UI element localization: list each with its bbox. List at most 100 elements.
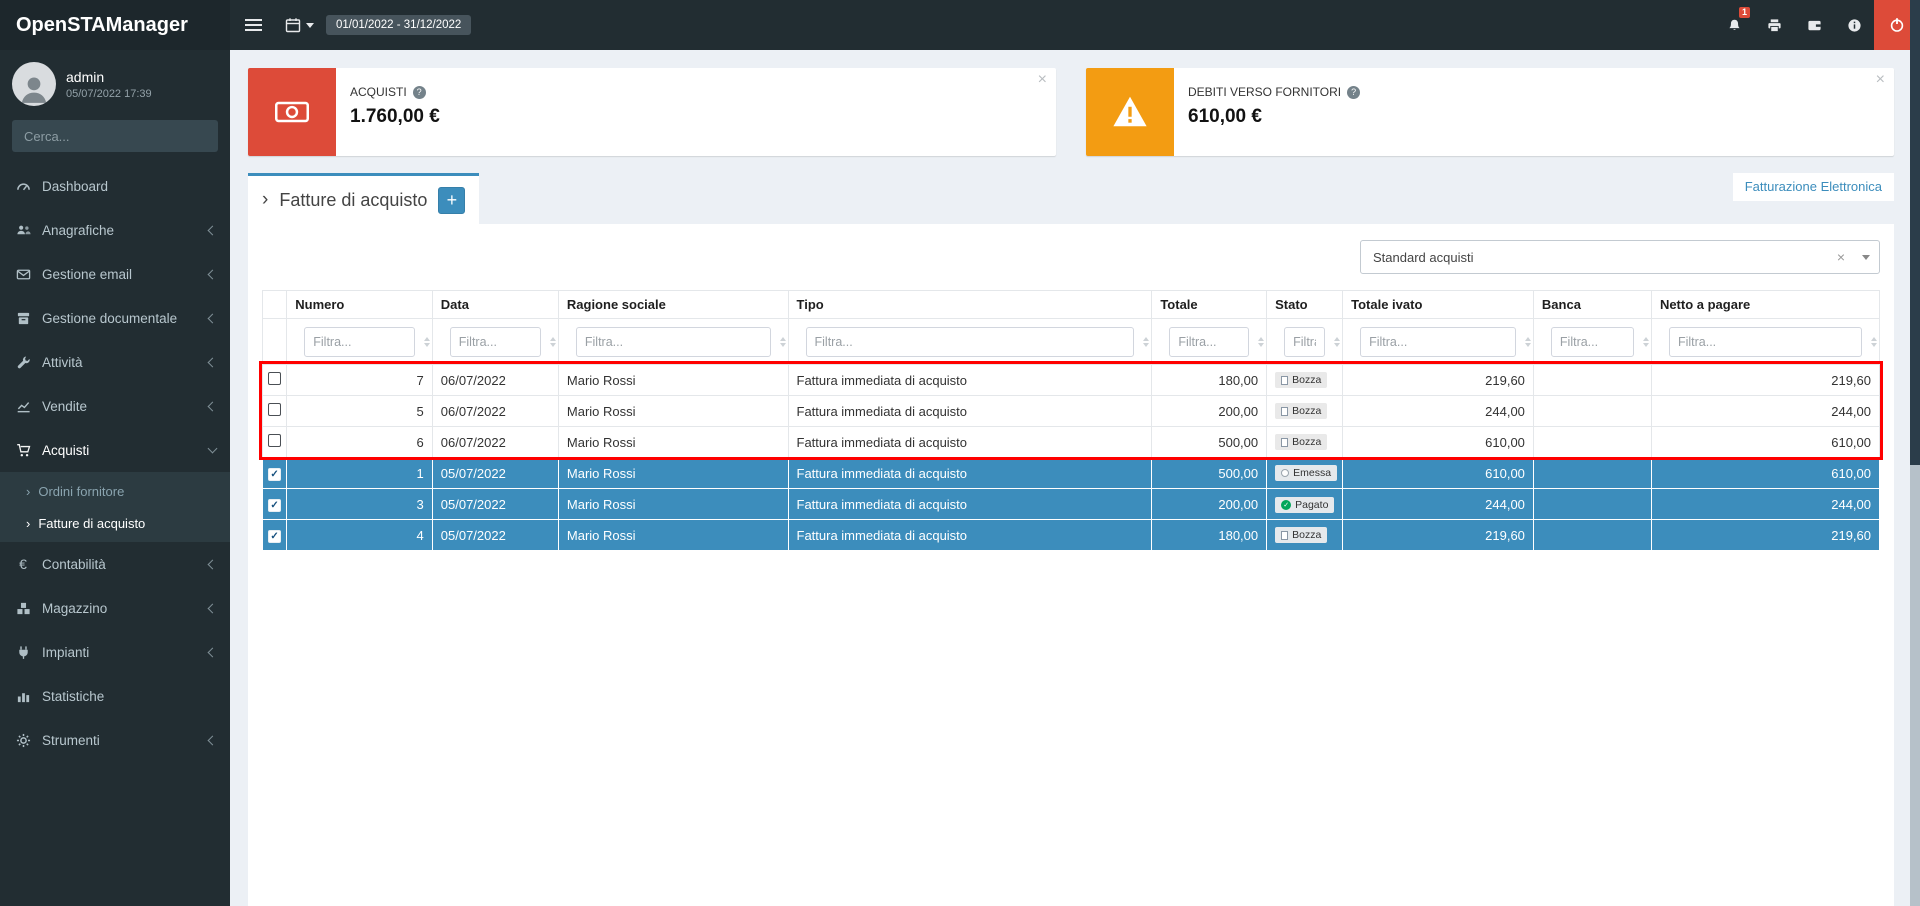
sort-icon[interactable] [1525,337,1531,347]
column-header[interactable]: Numero [287,291,433,319]
column-header[interactable]: Ragione sociale [558,291,788,319]
cell-banca [1533,365,1651,396]
infobox-label: DEBITI VERSO FORNITORI [1188,85,1341,99]
cell-totale-ivato: 610,00 [1343,427,1534,458]
search-button[interactable] [212,120,218,152]
add-invoice-button[interactable]: + [438,187,465,214]
fatturazione-elettronica-link[interactable]: Fatturazione Elettronica [1745,179,1882,194]
avatar[interactable] [12,62,56,106]
status-badge: Bozza [1275,434,1327,451]
table-row-selected[interactable]: ✓ 1 05/07/2022 Mario Rossi Fattura immed… [263,458,1880,489]
view-select[interactable]: Standard acquisti × [1360,240,1880,274]
tab-fatture-di-acquisto[interactable]: › Fatture di acquisto + [248,173,479,224]
filter-totale-ivato-input[interactable] [1360,327,1516,357]
column-header[interactable]: Netto a pagare [1651,291,1879,319]
user-panel: admin 05/07/2022 17:39 [0,50,230,114]
notifications-button[interactable]: 1 [1714,0,1754,50]
filter-numero-input[interactable] [304,327,415,357]
documents-icon [14,311,32,326]
period-picker-button[interactable] [276,0,322,50]
help-icon[interactable]: ? [413,86,426,99]
print-button[interactable] [1754,0,1794,50]
row-checkbox[interactable] [268,403,281,416]
table-row-selected[interactable]: ✓ 3 05/07/2022 Mario Rossi Fattura immed… [263,489,1880,520]
sort-icon[interactable] [780,337,786,347]
line-chart-icon [14,399,32,414]
sidebar-item-attivita[interactable]: Attività [0,340,230,384]
sort-icon[interactable] [1334,337,1340,347]
filter-data-input[interactable] [450,327,541,357]
sidebar-item-strumenti[interactable]: Strumenti [0,718,230,762]
column-header[interactable]: Stato [1267,291,1343,319]
sidebar-item-vendite[interactable]: Vendite [0,384,230,428]
scrollbar-thumb[interactable] [1910,0,1920,465]
sidebar-item-dashboard[interactable]: Dashboard [0,164,230,208]
sidebar-toggle-button[interactable] [230,0,276,50]
sidebar-item-fatture-di-acquisto[interactable]: › Fatture di acquisto [0,507,230,539]
sidebar-item-acquisti[interactable]: Acquisti [0,428,230,472]
row-checkbox-checked[interactable]: ✓ [268,468,281,481]
filter-tipo-input[interactable] [806,327,1135,357]
table-row[interactable]: 5 06/07/2022 Mario Rossi Fattura immedia… [263,396,1880,427]
filter-stato-input[interactable] [1284,327,1325,357]
column-header[interactable]: Tipo [788,291,1152,319]
wallet-button[interactable] [1794,0,1834,50]
cell-tipo: Fattura immediata di acquisto [788,489,1152,520]
info-button[interactable] [1834,0,1874,50]
sort-icon[interactable] [1871,337,1877,347]
chevron-down-icon[interactable] [1853,241,1879,273]
row-checkbox[interactable] [268,434,281,447]
sort-icon[interactable] [550,337,556,347]
bar-chart-icon [14,689,32,704]
filter-banca-input[interactable] [1551,327,1634,357]
filter-netto-input[interactable] [1669,327,1862,357]
table-row-selected[interactable]: ✓ 4 05/07/2022 Mario Rossi Fattura immed… [263,520,1880,551]
cell-ragione-sociale: Mario Rossi [558,489,788,520]
row-checkbox-checked[interactable]: ✓ [268,530,281,543]
date-range-badge[interactable]: 01/01/2022 - 31/12/2022 [326,15,471,35]
sidebar-item-magazzino[interactable]: Magazzino [0,586,230,630]
sidebar-item-ordini-fornitore[interactable]: › Ordini fornitore [0,475,230,507]
table-row[interactable]: 7 06/07/2022 Mario Rossi Fattura immedia… [263,365,1880,396]
app-logo[interactable]: OpenSTAManager [0,0,230,50]
sort-icon[interactable] [1143,337,1149,347]
column-header[interactable]: Data [432,291,558,319]
circle-icon [1281,469,1289,477]
sidebar-item-gestione-documentale[interactable]: Gestione documentale [0,296,230,340]
filter-ragione-sociale-input[interactable] [576,327,771,357]
cell-totale: 180,00 [1152,365,1267,396]
cell-data: 06/07/2022 [432,427,558,458]
cell-netto-a-pagare: 610,00 [1651,427,1879,458]
column-header[interactable]: Totale ivato [1343,291,1534,319]
cell-tipo: Fattura immediata di acquisto [788,365,1152,396]
user-icon [17,72,51,106]
table-row[interactable]: 6 06/07/2022 Mario Rossi Fattura immedia… [263,427,1880,458]
chevron-left-icon [208,357,218,367]
sidebar-item-anagrafiche[interactable]: Anagrafiche [0,208,230,252]
cell-tipo: Fattura immediata di acquisto [788,520,1152,551]
help-icon[interactable]: ? [1347,86,1360,99]
row-checkbox[interactable] [268,372,281,385]
sidebar-item-contabilita[interactable]: € Contabilità [0,542,230,586]
close-icon[interactable]: × [1038,71,1047,89]
search-input[interactable] [12,120,212,152]
sort-icon[interactable] [424,337,430,347]
close-icon[interactable]: × [1876,71,1885,89]
user-name: admin [66,69,152,85]
column-header[interactable]: Banca [1533,291,1651,319]
infobox-label: ACQUISTI [350,85,407,99]
filter-totale-input[interactable] [1169,327,1249,357]
sidebar-item-impianti[interactable]: Impianti [0,630,230,674]
cubes-icon [14,601,32,616]
column-header[interactable]: Totale [1152,291,1267,319]
cell-totale: 200,00 [1152,396,1267,427]
table-filter-row [263,319,1880,365]
sort-icon[interactable] [1258,337,1264,347]
sidebar-item-gestione-email[interactable]: Gestione email [0,252,230,296]
page-scrollbar[interactable] [1910,0,1920,906]
sidebar-item-statistiche[interactable]: Statistiche [0,674,230,718]
sort-icon[interactable] [1643,337,1649,347]
table-header-row: Numero Data Ragione sociale Tipo Totale … [263,291,1880,319]
clear-select-icon[interactable]: × [1829,249,1853,265]
row-checkbox-checked[interactable]: ✓ [268,499,281,512]
